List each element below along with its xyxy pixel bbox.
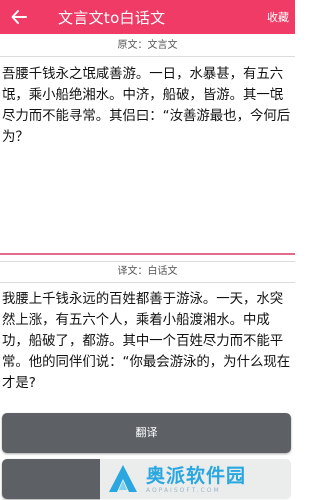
input-underline bbox=[0, 253, 295, 255]
source-section-header: 原文：文言文 bbox=[0, 36, 295, 57]
app-bar: 文言文to白话文 收藏 bbox=[0, 0, 295, 34]
favorite-button[interactable]: 收藏 bbox=[267, 9, 289, 25]
translation-section-header: 译文：白话文 bbox=[0, 261, 295, 283]
app-title: 文言文to白话文 bbox=[58, 9, 166, 27]
watermark: 奥派软件园 AOPAISOFT.COM bbox=[100, 458, 295, 500]
source-text-input[interactable]: 吾腰千钱永之氓咸善游。一日，水暴甚，有五六氓，乘小船绝湘水。中济，船破，皆游。其… bbox=[2, 64, 292, 244]
translation-text: 我腰上千钱永远的百姓都善于游泳。一天，水突然上涨，有五六个人，乘着小船渡湘水。中… bbox=[2, 292, 291, 391]
watermark-subtitle: AOPAISOFT.COM bbox=[146, 486, 221, 494]
watermark-name: 奥派软件园 bbox=[146, 464, 247, 487]
watermark-logo-icon bbox=[109, 465, 137, 492]
back-arrow-icon[interactable] bbox=[6, 4, 32, 30]
translate-button[interactable]: 翻译 bbox=[2, 413, 291, 453]
